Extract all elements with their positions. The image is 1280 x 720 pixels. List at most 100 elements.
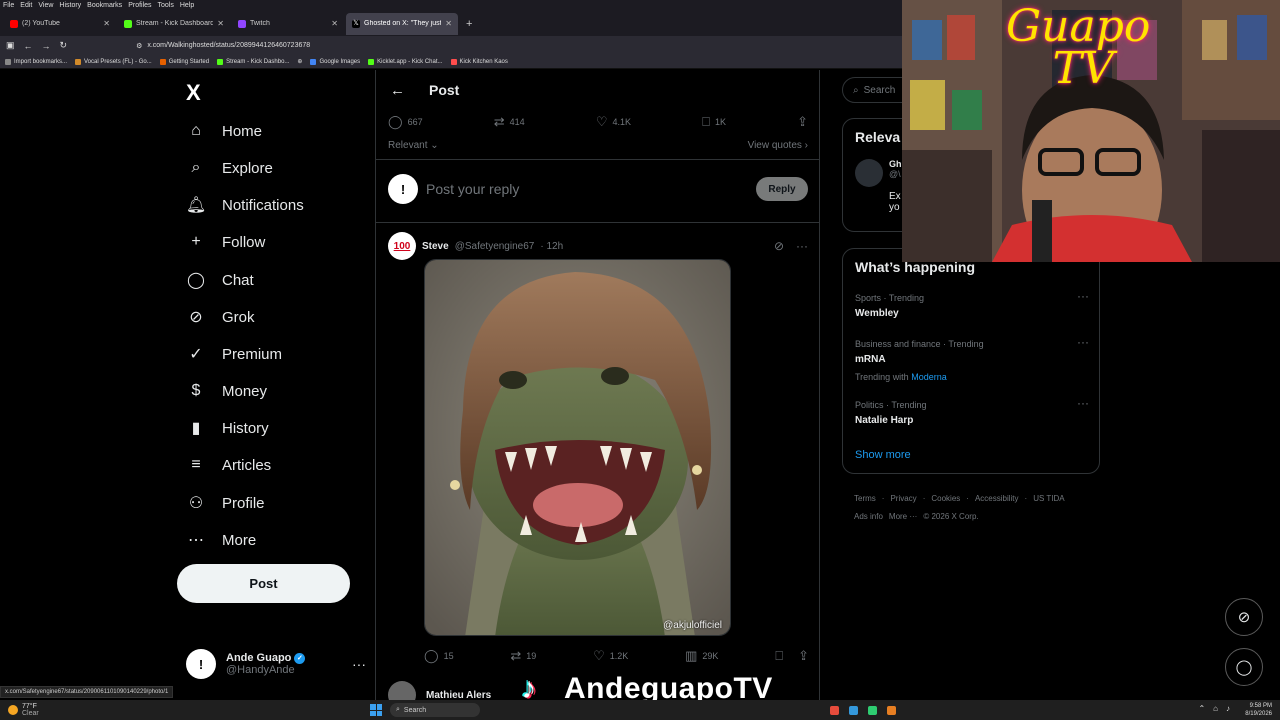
menu-profiles[interactable]: Profiles — [128, 2, 151, 9]
new-tab-icon[interactable]: + — [460, 18, 478, 30]
menu-tools[interactable]: Tools — [158, 2, 174, 9]
volume-icon[interactable]: ♪ — [1226, 704, 1230, 713]
menu-file[interactable]: File — [3, 2, 14, 9]
trend-item[interactable]: Business and finance · Trending mRNA Tre… — [855, 335, 1089, 382]
grok-floating-button[interactable]: ⊘ — [1225, 598, 1263, 636]
reload-icon[interactable]: ↻ — [60, 40, 68, 51]
like-count-button[interactable]: ♡ 4.1K — [596, 114, 631, 130]
app-icon[interactable] — [830, 705, 839, 715]
more-icon[interactable]: ··· — [1077, 335, 1089, 349]
reply-input[interactable]: Post your reply — [426, 181, 748, 197]
sidebar-item-articles[interactable]: ≡ Articles — [186, 450, 271, 480]
post-button[interactable]: Post — [177, 564, 350, 603]
reply-count-button[interactable]: ◯ 667 — [388, 114, 423, 130]
windows-start-icon[interactable] — [370, 704, 382, 716]
close-icon[interactable]: ✕ — [217, 19, 224, 28]
sidebar-item-label: Notifications — [222, 196, 304, 214]
tweet-image[interactable]: @akjulofficiel — [424, 259, 731, 636]
bookmark-item[interactable]: Google Images — [310, 58, 360, 65]
sidebar-item-notifications[interactable]: 🔔︎ Notifications — [186, 190, 304, 220]
next-tweet-header[interactable]: Mathieu Alers — [388, 681, 491, 700]
bookmark-item[interactable]: Kick Kitchen Kaos — [450, 58, 508, 65]
sidebar-item-chat[interactable]: ◯ Chat — [186, 265, 254, 295]
back-arrow-icon[interactable]: ← — [390, 82, 405, 99]
close-icon[interactable]: ✕ — [331, 19, 338, 28]
chat-floating-button[interactable]: ◯ — [1225, 648, 1263, 686]
views-button[interactable]: ▥ 29K — [685, 648, 718, 664]
footer-link[interactable]: Terms — [854, 490, 876, 508]
more-icon[interactable]: ··· — [1077, 289, 1089, 303]
more-icon[interactable]: ··· — [796, 239, 808, 253]
trend-link[interactable]: Moderna — [911, 372, 947, 382]
grok-icon[interactable]: ⊘ — [774, 239, 784, 253]
avatar[interactable]: 100 — [388, 232, 416, 260]
tweet-timestamp[interactable]: · 12h — [540, 241, 563, 252]
sidebar-item-home[interactable]: ⌂ Home — [186, 116, 262, 146]
menu-help[interactable]: Help — [180, 2, 194, 9]
relevance-dropdown[interactable]: Relevant ⌄ — [388, 140, 439, 151]
reply-button[interactable]: Reply — [756, 177, 808, 201]
bookmark-item[interactable]: Vocal Presets (FL) - Go... — [75, 58, 152, 65]
taskbar-search[interactable]: ⌕ Search — [390, 703, 480, 717]
weather-widget[interactable]: 77°F Clear — [0, 703, 370, 717]
footer-link[interactable]: Accessibility — [975, 490, 1019, 508]
share-button[interactable]: ⇪ — [797, 114, 808, 130]
trend-item[interactable]: Sports · Trending Wembley ··· — [855, 289, 1089, 319]
footer-link[interactable]: Privacy — [890, 490, 916, 508]
trend-item[interactable]: Politics · Trending Natalie Harp ··· — [855, 396, 1089, 426]
x-logo-icon[interactable]: X — [186, 80, 201, 106]
app-icon[interactable] — [868, 705, 877, 715]
bookmark-count-button[interactable]: ⎕ 1K — [702, 114, 726, 130]
network-icon[interactable]: ⌂ — [1213, 704, 1218, 713]
tab-kick-dashboard[interactable]: Stream - Kick Dashboard ✕ — [118, 13, 230, 35]
sidebar-item-profile[interactable]: ⚇ Profile — [186, 488, 265, 518]
bookmark-button[interactable]: ⎕ ⇪ — [775, 648, 809, 664]
sidebar-item-explore[interactable]: ⌕ Explore — [186, 153, 273, 183]
tweet-author-handle[interactable]: @Safetyengine67 — [455, 241, 535, 252]
sidebar-item-premium[interactable]: ✓ Premium — [186, 339, 282, 369]
menu-history[interactable]: History — [59, 2, 81, 9]
reply-button[interactable]: ◯ 15 — [424, 648, 454, 664]
add-person-icon: + — [191, 233, 201, 250]
account-switcher[interactable]: ! Ande Guapo ✓ @HandyAnde ··· — [186, 646, 366, 682]
close-icon[interactable]: ✕ — [445, 19, 452, 28]
tab-youtube[interactable]: (2) YouTube ✕ — [4, 13, 116, 35]
tab-twitch[interactable]: Twitch ✕ — [232, 13, 344, 35]
sidebar-item-history[interactable]: ▮ History — [186, 413, 269, 443]
repost-button[interactable]: ⇄ 19 — [510, 648, 536, 664]
menu-bookmarks[interactable]: Bookmarks — [87, 2, 122, 9]
app-icon[interactable] — [849, 705, 858, 715]
app-icon[interactable] — [887, 705, 896, 715]
sidebar-item-money[interactable]: $ Money — [186, 376, 267, 406]
show-more-link[interactable]: Show more — [855, 449, 911, 461]
menu-view[interactable]: View — [38, 2, 53, 9]
address-bar[interactable]: ⚙ x.com/Walkinghosted/status/20899441264… — [76, 39, 900, 53]
forward-icon[interactable]: → — [42, 41, 51, 51]
repost-count-button[interactable]: ⇄ 414 — [494, 114, 525, 130]
site-info-icon[interactable]: ⚙ — [136, 42, 142, 50]
bookmark-item[interactable]: Kicklet.app - Kick Chat... — [368, 58, 443, 65]
globe-icon[interactable]: ⊕ — [297, 58, 302, 65]
back-icon[interactable]: ← — [24, 41, 33, 51]
bookmark-item[interactable]: Stream - Kick Dashbo... — [217, 58, 289, 65]
like-button[interactable]: ♡ 1.2K — [593, 648, 628, 664]
sidebar-item-more[interactable]: ⋯ More — [186, 525, 256, 555]
bookmark-item[interactable]: Getting Started — [159, 58, 209, 65]
view-quotes-link[interactable]: View quotes › — [748, 140, 808, 151]
footer-link[interactable]: Cookies — [931, 490, 960, 508]
menu-edit[interactable]: Edit — [20, 2, 32, 9]
footer-link[interactable]: Ads info — [854, 508, 883, 526]
sidebar-item-follow[interactable]: + Follow — [186, 227, 265, 257]
sidebar-toggle-icon[interactable]: ▣ — [6, 40, 15, 51]
more-icon[interactable]: ··· — [352, 656, 366, 672]
tab-x-post[interactable]: 𝕏 Ghosted on X: "They just wo ✕ — [346, 12, 458, 35]
footer-link[interactable]: More ··· — [889, 508, 917, 526]
sidebar-item-grok[interactable]: ⊘ Grok — [186, 302, 254, 332]
chevron-up-icon[interactable]: ⌃ — [1198, 704, 1205, 713]
taskbar-clock[interactable]: 9:58 PM 8/19/2026 — [1245, 702, 1272, 718]
close-icon[interactable]: ✕ — [103, 19, 110, 28]
footer-link[interactable]: US TIDA — [1033, 490, 1064, 508]
bookmark-item[interactable]: Import bookmarks... — [5, 58, 67, 65]
more-icon[interactable]: ··· — [1077, 396, 1089, 410]
tweet-author-name[interactable]: Steve — [422, 241, 449, 252]
